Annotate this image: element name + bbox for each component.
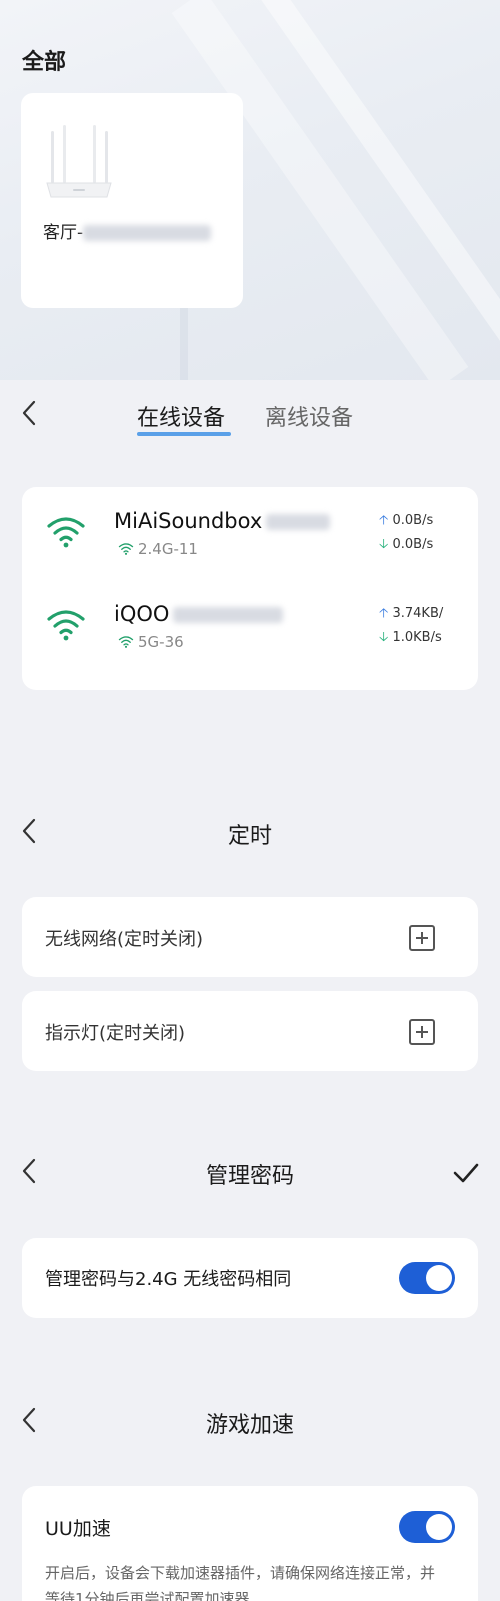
add-icon[interactable] (409, 925, 435, 951)
redacted-text (83, 225, 212, 241)
section-title-password: 管理密码 (205, 1164, 294, 1189)
router-icon (46, 125, 112, 198)
wifi-icon (47, 610, 85, 641)
timer-row-indicator[interactable]: 指示灯(定时关闭) (22, 991, 478, 1071)
arrow-up-icon: 🡡 (379, 513, 389, 528)
active-tab-indicator (137, 432, 231, 436)
device-name-text: iQOO (114, 602, 170, 626)
toggle-knob (426, 1514, 452, 1540)
row-label: 无线网络(定时关闭) (45, 929, 204, 950)
redacted-text (173, 607, 284, 623)
add-icon[interactable] (409, 1019, 435, 1045)
toggle-knob (426, 1265, 452, 1291)
section-title-game: 游戏加速 (205, 1413, 294, 1438)
row-label: 管理密码与2.4G 无线密码相同 (45, 1269, 292, 1290)
upload-rate-text: 0.0B/s (392, 513, 434, 528)
password-option-row: 管理密码与2.4G 无线密码相同 (22, 1238, 478, 1318)
page-title: 全部 (22, 50, 67, 75)
upload-rate: 🡡 3.74KB/ (379, 604, 443, 626)
decor-stripe (254, 0, 500, 380)
device-name: iQOO (114, 602, 284, 626)
device-band: 2.4G-11 (118, 540, 198, 558)
device-list-card: MiAiSoundbox 2.4G-11 🡡 0.0B/s 🡣 0.0B/s i… (22, 487, 478, 690)
uu-label: UU加速 (45, 1518, 111, 1540)
uu-accel-card: UU加速 开启后，设备会下载加速器插件，请确保网络连接正常，并等待1分钟后再尝试… (22, 1486, 478, 1601)
download-rate-text: 0.0B/s (392, 537, 434, 552)
router-card[interactable]: 客厅- (21, 93, 243, 308)
redacted-text (266, 514, 331, 530)
uu-description: 开启后，设备会下载加速器插件，请确保网络连接正常，并等待1分钟后再尝试配置加速器 (45, 1564, 436, 1601)
band-text: 2.4G-11 (138, 540, 198, 558)
download-rate: 🡣 0.0B/s (379, 535, 433, 557)
timer-row-wifi[interactable]: 无线网络(定时关闭) (22, 897, 478, 977)
uu-accel-toggle[interactable] (399, 1511, 455, 1543)
wifi-icon (47, 517, 85, 548)
download-rate-text: 1.0KB/s (392, 630, 442, 645)
upload-rate-text: 3.74KB/ (392, 606, 444, 621)
section-title-timer: 定时 (227, 824, 272, 849)
router-name-text: 客厅- (43, 223, 84, 243)
arrow-down-icon: 🡣 (379, 537, 389, 552)
arrow-up-icon: 🡡 (379, 606, 389, 621)
band-text: 5G-36 (138, 633, 184, 651)
tab-online-devices[interactable]: 在线设备 (137, 400, 225, 432)
chevron-left-icon (22, 400, 36, 426)
hero-banner: 全部 客厅- (0, 0, 500, 380)
device-band: 5G-36 (118, 633, 184, 651)
device-row[interactable]: MiAiSoundbox 2.4G-11 🡡 0.0B/s 🡣 0.0B/s (22, 487, 478, 582)
download-rate: 🡣 1.0KB/s (379, 628, 442, 650)
checkmark-icon[interactable] (452, 1161, 480, 1185)
back-button[interactable] (22, 400, 48, 430)
small-wifi-icon (118, 543, 134, 555)
upload-rate: 🡡 0.0B/s (379, 511, 433, 533)
tab-offline-devices[interactable]: 离线设备 (265, 400, 353, 432)
router-name: 客厅- (43, 218, 212, 243)
device-name: MiAiSoundbox (114, 509, 331, 533)
row-label: 指示灯(定时关闭) (45, 1023, 186, 1044)
same-password-toggle[interactable] (399, 1262, 455, 1294)
device-row[interactable]: iQOO 5G-36 🡡 3.74KB/ 🡣 1.0KB/s (22, 582, 478, 677)
device-name-text: MiAiSoundbox (114, 509, 263, 533)
arrow-down-icon: 🡣 (379, 630, 389, 645)
small-wifi-icon (118, 636, 134, 648)
